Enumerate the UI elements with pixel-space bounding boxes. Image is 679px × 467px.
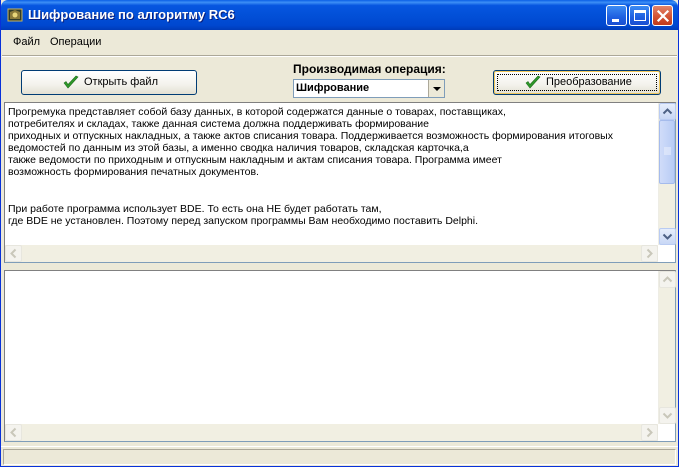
convert-label: Преобразование	[546, 76, 632, 88]
scroll-left-button[interactable]	[5, 245, 22, 262]
open-file-button[interactable]: Открыть файл	[21, 70, 197, 95]
operation-select[interactable]: Шифрование	[293, 79, 445, 98]
chevron-down-icon	[433, 87, 441, 91]
scroll-down-button[interactable]	[659, 228, 676, 245]
input-vertical-scrollbar[interactable]	[658, 103, 676, 245]
chevron-left-icon	[10, 248, 17, 259]
chevron-right-icon	[646, 248, 653, 259]
status-bar	[1, 446, 678, 466]
output-text-area[interactable]	[4, 270, 676, 442]
minimize-button[interactable]	[606, 5, 627, 26]
scroll-right-button[interactable]	[641, 245, 658, 262]
chevron-down-icon	[662, 233, 673, 240]
check-icon	[63, 75, 79, 89]
maximize-button[interactable]	[629, 5, 650, 26]
operation-value: Шифрование	[296, 82, 370, 94]
menu-bar: Файл Операции	[1, 32, 678, 54]
output-horizontal-scrollbar[interactable]	[5, 424, 658, 441]
chevron-up-icon	[662, 276, 673, 283]
chevron-down-icon	[662, 412, 673, 419]
input-horizontal-scrollbar[interactable]	[5, 245, 658, 262]
operation-label: Производимая операция:	[293, 62, 446, 76]
status-panel	[3, 449, 676, 465]
dropdown-arrow-button[interactable]	[428, 80, 444, 97]
menu-divider	[2, 55, 677, 57]
input-text-area[interactable]: Прогремука представляет собой базу данны…	[4, 102, 676, 263]
check-icon	[525, 75, 541, 89]
convert-button[interactable]: Преобразование	[493, 70, 661, 95]
scroll-up-button[interactable]	[659, 103, 676, 120]
scroll-left-button[interactable]	[5, 424, 22, 441]
title-bar[interactable]: Шифрование по алгоритму RC6	[1, 0, 678, 30]
input-text[interactable]: Прогремука представляет собой базу данны…	[8, 106, 655, 227]
scroll-thumb[interactable]	[659, 120, 675, 184]
window-title: Шифрование по алгоритму RC6	[28, 7, 235, 22]
menu-file[interactable]: Файл	[13, 36, 40, 48]
close-button[interactable]	[652, 5, 673, 26]
scroll-right-button[interactable]	[641, 424, 658, 441]
chevron-left-icon	[10, 427, 17, 438]
scroll-up-button[interactable]	[659, 271, 676, 288]
output-vertical-scrollbar[interactable]	[658, 271, 676, 424]
app-icon	[7, 7, 23, 23]
menu-operations[interactable]: Операции	[50, 36, 101, 48]
chevron-right-icon	[646, 427, 653, 438]
main-window: Шифрование по алгоритму RC6 Файл Операци…	[0, 0, 679, 467]
scroll-down-button[interactable]	[659, 407, 676, 424]
open-file-label: Открыть файл	[84, 76, 158, 88]
chevron-up-icon	[662, 108, 673, 115]
